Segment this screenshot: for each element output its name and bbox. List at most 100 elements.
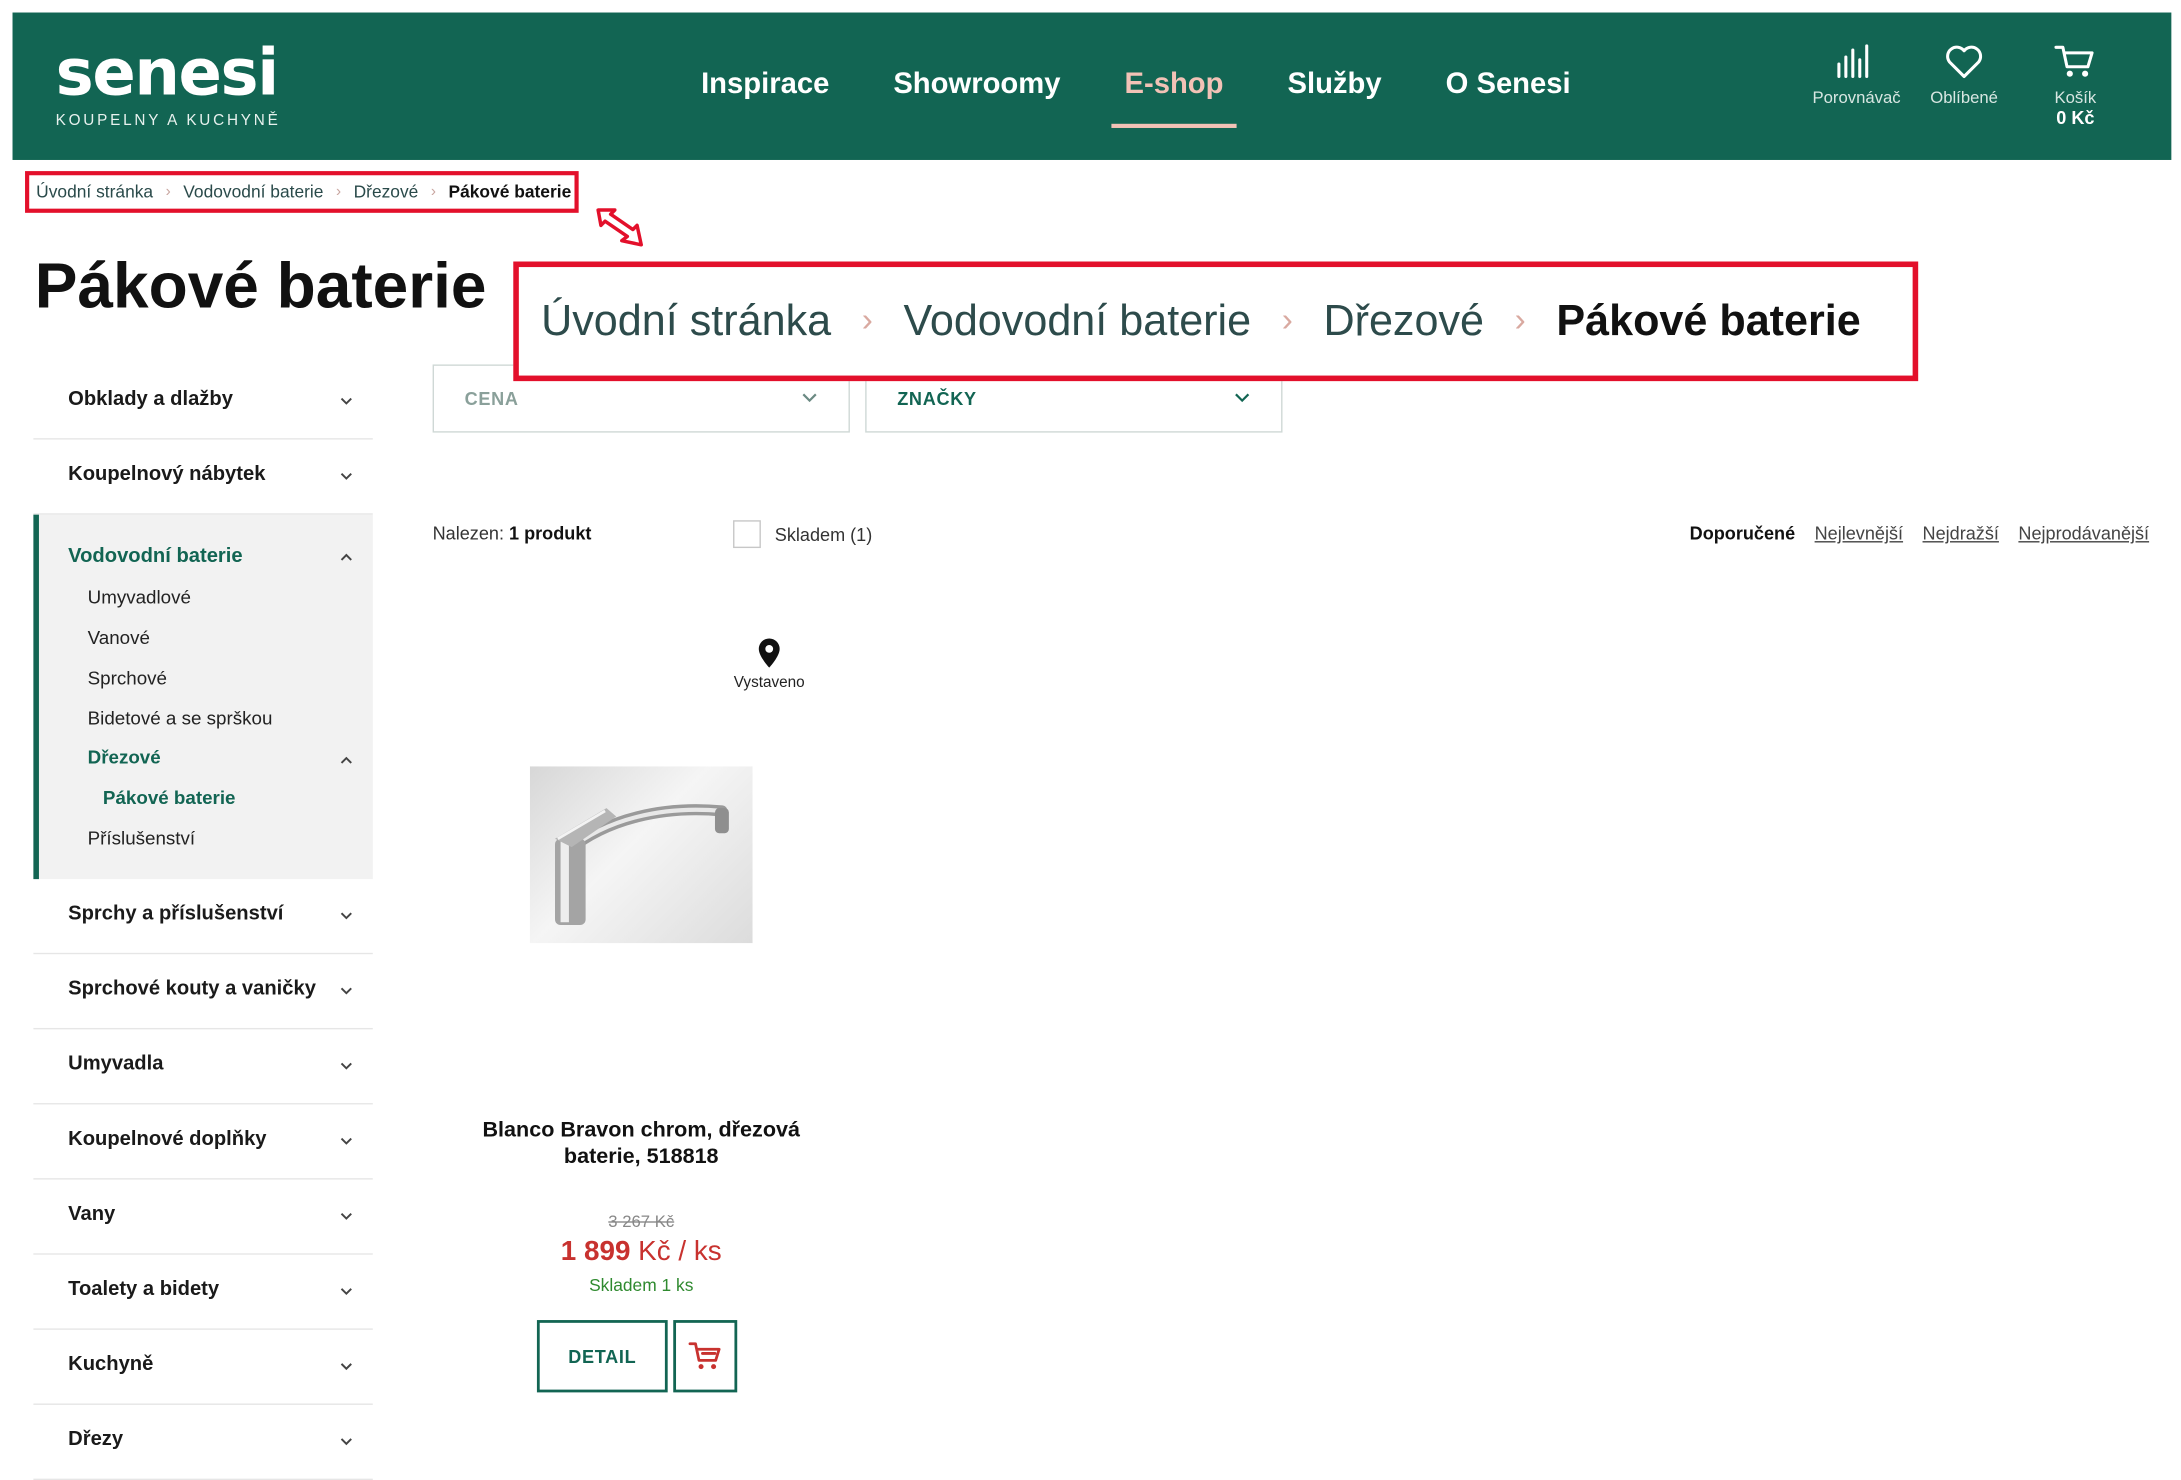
compare-link[interactable]: Porovnávač xyxy=(1812,43,1901,128)
sidebar-item-label: Koupelnové doplňky xyxy=(68,1128,267,1151)
sidebar-item-nabytek[interactable]: Koupelnový nábytek xyxy=(33,440,373,515)
sidebar-subitem[interactable]: Umyvadlové xyxy=(88,587,191,608)
chevron-down-icon xyxy=(340,1288,352,1296)
favorites-link[interactable]: Oblíbené xyxy=(1924,43,2005,128)
sidebar-item-label: Obklady a dlažby xyxy=(68,388,233,411)
sidebar-subitem[interactable]: Vanové xyxy=(88,627,150,648)
page: senesi KOUPELNY A KUCHYNĚ Inspirace Show… xyxy=(0,0,2181,1480)
chevron-down-icon xyxy=(340,987,352,995)
product-price-value: 1 899 xyxy=(560,1236,631,1268)
product-price: 1 899 Kč / ks xyxy=(459,1237,823,1269)
breadcrumb-zoom-item: Vodovodní baterie xyxy=(903,296,1252,345)
sort-recommended[interactable]: Doporučené xyxy=(1690,523,1795,544)
product-price-unit: Kč / ks xyxy=(638,1236,722,1268)
sidebar-subitem[interactable]: Příslušenství xyxy=(88,828,195,849)
sidebar-subitem[interactable]: Sprchové xyxy=(88,668,167,689)
site-header: senesi KOUPELNY A KUCHYNĚ Inspirace Show… xyxy=(12,12,2172,160)
sidebar-item-label: Sprchové kouty a vaničky xyxy=(68,977,316,1001)
results-number: 1 produkt xyxy=(509,523,592,544)
favorites-label: Oblíbené xyxy=(1930,87,1998,108)
compare-bars-icon xyxy=(1837,44,1869,79)
sidebar-subitem[interactable]: Bidetové a se sprškou xyxy=(88,708,273,729)
sidebar-item-obklady[interactable]: Obklady a dlažby xyxy=(33,364,373,440)
product-availability: Skladem 1 ks xyxy=(589,1275,694,1296)
sidebar-item-umyvadla[interactable]: Umyvadla xyxy=(33,1029,373,1105)
sort-options: Doporučené Nejlevnější Nejdražší Nejprod… xyxy=(1690,523,2149,544)
price-filter-label: CENA xyxy=(464,388,519,409)
sidebar-item-vany[interactable]: Vany xyxy=(33,1180,373,1255)
showroom-badge: Vystaveno xyxy=(723,637,815,691)
breadcrumb-chevron-icon: › xyxy=(430,183,436,201)
chevron-down-icon xyxy=(802,393,817,403)
logo-wordmark: senesi xyxy=(55,34,279,110)
sidebar-item-label: Sprchy a příslušenství xyxy=(68,902,284,926)
sidebar-item-label: Kuchyně xyxy=(68,1353,154,1376)
nav-sluzby[interactable]: Služby xyxy=(1255,13,1413,160)
chevron-down-icon xyxy=(340,1062,352,1070)
breadcrumb-chevron-icon: › xyxy=(1281,301,1293,340)
sidebar-item-label: Dřezy xyxy=(68,1428,124,1451)
breadcrumb-zoom: Úvodní stránka › Vodovodní baterie › Dře… xyxy=(513,261,1919,382)
cart-total: 0 Kč xyxy=(2056,107,2095,128)
breadcrumb-item[interactable]: Úvodní stránka xyxy=(36,182,153,201)
heart-icon xyxy=(1946,45,1983,79)
chevron-down-icon xyxy=(340,1137,352,1145)
breadcrumb-chevron-icon: › xyxy=(335,183,342,201)
breadcrumb-item[interactable]: Dřezové xyxy=(354,182,419,201)
sidebar-item-sprchove-kouty[interactable]: Sprchové kouty a vaničky xyxy=(33,954,373,1030)
category-sidebar: Obklady a dlažby Koupelnový nábytek Vodo… xyxy=(33,364,373,1480)
sort-most-expensive[interactable]: Nejdražší xyxy=(1923,523,1999,544)
stock-filter-checkbox[interactable]: Skladem (1) xyxy=(733,520,872,549)
header-actions: Porovnávač Oblíbené Košík 0 Kč xyxy=(1812,43,2115,128)
nav-showroomy[interactable]: Showroomy xyxy=(861,13,1092,160)
chevron-up-icon[interactable] xyxy=(339,551,353,565)
product-old-price: 3 267 Kč xyxy=(608,1211,675,1232)
cart-label: Košík xyxy=(2054,87,2097,108)
breadcrumb-item[interactable]: Vodovodní baterie xyxy=(183,182,323,201)
results-prefix: Nalezen: xyxy=(432,523,504,544)
sidebar-item-label: Toalety a bidety xyxy=(68,1278,220,1301)
chevron-down-icon xyxy=(340,397,352,405)
chevron-down-icon xyxy=(340,472,352,480)
sidebar-item-doplnky[interactable]: Koupelnové doplňky xyxy=(33,1104,373,1180)
nav-eshop[interactable]: E-shop xyxy=(1093,13,1256,160)
product-image[interactable] xyxy=(529,766,753,944)
breadcrumb-zoom-item: Dřezové xyxy=(1323,296,1485,345)
chevron-down-icon xyxy=(340,912,352,920)
sort-best-selling[interactable]: Nejprodávanější xyxy=(2018,523,2149,544)
senesi-logo[interactable]: senesi KOUPELNY A KUCHYNĚ xyxy=(56,40,281,129)
sidebar-subitem-active[interactable]: Dřezové xyxy=(88,747,161,768)
checkbox-box[interactable] xyxy=(733,520,761,549)
cart-link[interactable]: Košík 0 Kč xyxy=(2035,43,2116,128)
breadcrumb-chevron-icon: › xyxy=(1514,301,1526,340)
breadcrumb-zoom-item: Úvodní stránka xyxy=(541,296,832,345)
logo-tagline: KOUPELNY A KUCHYNĚ xyxy=(55,112,281,130)
chevron-down-icon xyxy=(340,1363,352,1371)
chevron-down-icon xyxy=(340,1212,352,1220)
breadcrumb-current: Pákové baterie xyxy=(448,182,572,202)
sidebar-subsubitem-active[interactable]: Pákové baterie xyxy=(103,787,236,808)
sidebar-item-kuchyne[interactable]: Kuchyně xyxy=(33,1330,373,1405)
sidebar-item-label[interactable]: Vodovodní baterie xyxy=(68,545,242,567)
detail-button[interactable]: DETAIL xyxy=(536,1320,668,1393)
annotation-arrow-icon xyxy=(596,208,643,247)
cart-icon xyxy=(688,1342,721,1370)
sidebar-item-vodovodni-baterie: Vodovodní baterie Umyvadlové Vanové Sprc… xyxy=(33,514,373,880)
sidebar-item-label: Vany xyxy=(68,1203,116,1226)
add-to-cart-button[interactable] xyxy=(673,1320,738,1393)
results-count: Nalezen: 1 produkt xyxy=(433,523,592,544)
breadcrumb-chevron-icon: › xyxy=(861,301,873,340)
nav-inspirace[interactable]: Inspirace xyxy=(669,13,861,160)
nav-o-senesi[interactable]: O Senesi xyxy=(1414,13,1603,160)
sidebar-item-sprchy[interactable]: Sprchy a příslušenství xyxy=(33,879,373,955)
compare-label: Porovnávač xyxy=(1812,87,1901,108)
breadcrumb: Úvodní stránka › Vodovodní baterie › Dře… xyxy=(25,171,579,213)
sidebar-item-drezy[interactable]: Dřezy xyxy=(33,1405,373,1480)
product-name[interactable]: Blanco Bravon chrom, dřezová baterie, 51… xyxy=(459,1117,823,1170)
sort-cheapest[interactable]: Nejlevnější xyxy=(1815,523,1903,544)
main-nav: Inspirace Showroomy E-shop Služby O Sene… xyxy=(669,13,1603,160)
sidebar-item-toalety[interactable]: Toalety a bidety xyxy=(33,1255,373,1330)
breadcrumb-chevron-icon: › xyxy=(165,183,171,201)
page-title: Pákové baterie xyxy=(34,248,487,322)
chevron-up-icon[interactable] xyxy=(339,754,353,768)
